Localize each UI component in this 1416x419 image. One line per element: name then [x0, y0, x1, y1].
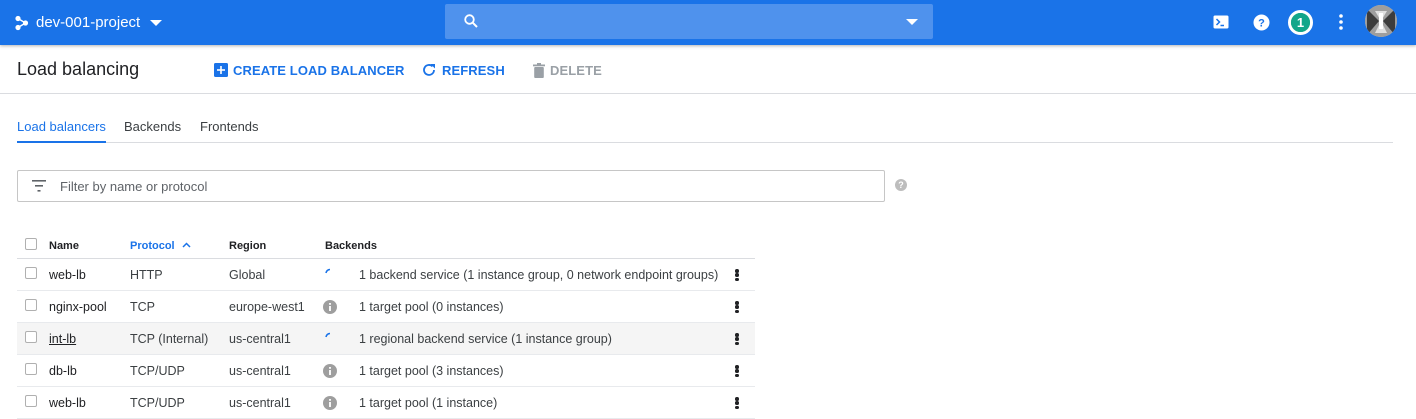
filter-help-icon[interactable]: ?: [895, 179, 907, 191]
svg-text:?: ?: [1258, 17, 1265, 29]
page-toolbar: Load balancing CREATE LOAD BALANCER REFR…: [0, 45, 1416, 94]
row-checkbox[interactable]: [25, 395, 37, 407]
row-name-link[interactable]: web-lb: [49, 268, 86, 282]
row-protocol: TCP/UDP: [130, 396, 185, 410]
refresh-button[interactable]: REFRESH: [421, 61, 505, 79]
refresh-icon: [423, 64, 435, 76]
tab-backends[interactable]: Backends: [124, 119, 181, 143]
row-backends: 1 target pool (3 instances): [359, 364, 504, 378]
row-protocol: TCP (Internal): [130, 332, 209, 346]
search-bar[interactable]: [445, 4, 933, 39]
chevron-down-icon: [150, 19, 163, 26]
refresh-label: REFRESH: [442, 62, 505, 78]
column-header-protocol[interactable]: Protocol: [130, 240, 191, 252]
delete-label: DELETE: [550, 62, 602, 78]
delete-button[interactable]: DELETE: [533, 61, 602, 79]
row-backends: 1 target pool (1 instance): [359, 396, 498, 410]
notifications-badge[interactable]: 1: [1288, 10, 1313, 35]
search-input[interactable]: [489, 4, 889, 39]
column-header-backends[interactable]: Backends: [325, 240, 377, 252]
protocol-header-label: Protocol: [130, 240, 175, 252]
more-vert-icon[interactable]: [1331, 12, 1351, 32]
search-icon: [464, 14, 478, 28]
cloud-shell-icon[interactable]: [1211, 12, 1231, 32]
row-protocol: TCP/UDP: [130, 364, 185, 378]
table-row[interactable]: web-lb TCP/UDP us-central1 1 target pool…: [17, 387, 755, 419]
column-header-region[interactable]: Region: [229, 240, 266, 252]
page-title: Load balancing: [17, 59, 140, 79]
filter-list-icon: [32, 180, 46, 192]
info-icon[interactable]: [323, 300, 337, 314]
row-protocol: TCP: [130, 300, 155, 314]
help-icon[interactable]: ?: [1251, 12, 1271, 32]
load-balancers-table: Name Protocol Region Backends web-lb HTT…: [17, 230, 755, 419]
table-row[interactable]: nginx-pool TCP europe-west1 1 target poo…: [17, 291, 755, 323]
row-more-actions-icon[interactable]: [733, 267, 741, 283]
row-checkbox[interactable]: [25, 331, 37, 343]
row-region: us-central1: [229, 332, 291, 346]
info-icon[interactable]: [323, 364, 337, 378]
search-dropdown-icon[interactable]: [906, 19, 918, 25]
row-region: us-central1: [229, 364, 291, 378]
project-hub-icon: [15, 15, 29, 30]
row-protocol: HTTP: [130, 268, 163, 282]
add-box-icon: [214, 63, 228, 77]
trash-icon: [533, 62, 545, 78]
row-region: europe-west1: [229, 300, 305, 314]
row-checkbox[interactable]: [25, 363, 37, 375]
tab-load-balancers[interactable]: Load balancers: [17, 119, 106, 143]
filter-bar[interactable]: [17, 170, 885, 202]
avatar[interactable]: [1365, 5, 1397, 37]
spinner-icon: [325, 268, 331, 274]
tab-frontends[interactable]: Frontends: [200, 119, 259, 143]
project-selector[interactable]: dev-001-project: [14, 0, 163, 45]
create-label: CREATE LOAD BALANCER: [233, 62, 405, 78]
create-load-balancer-button[interactable]: CREATE LOAD BALANCER: [214, 61, 404, 79]
select-all-checkbox[interactable]: [25, 238, 37, 250]
row-backends: 1 target pool (0 instances): [359, 300, 504, 314]
table-row[interactable]: db-lb TCP/UDP us-central1 1 target pool …: [17, 355, 755, 387]
sort-ascending-icon: [182, 242, 191, 248]
row-backends: 1 backend service (1 instance group, 0 n…: [359, 268, 719, 282]
row-more-actions-icon[interactable]: [733, 331, 741, 347]
row-name-link[interactable]: db-lb: [49, 364, 77, 378]
row-region: Global: [229, 268, 266, 282]
row-more-actions-icon[interactable]: [733, 395, 741, 411]
row-region: us-central1: [229, 396, 291, 410]
table-row[interactable]: int-lb TCP (Internal) us-central1 1 regi…: [17, 323, 755, 355]
row-more-actions-icon[interactable]: [733, 299, 741, 315]
row-checkbox[interactable]: [25, 299, 37, 311]
row-more-actions-icon[interactable]: [733, 363, 741, 379]
spinner-icon: [325, 332, 331, 338]
row-backends: 1 regional backend service (1 instance g…: [359, 332, 612, 346]
filter-input[interactable]: [60, 171, 860, 201]
row-name-link[interactable]: web-lb: [49, 396, 86, 410]
table-row[interactable]: web-lb HTTP Global 1 backend service (1 …: [17, 259, 755, 291]
table-header: Name Protocol Region Backends: [17, 230, 755, 259]
app-bar: dev-001-project ? 1: [0, 0, 1416, 45]
notification-count: 1: [1291, 13, 1310, 32]
column-header-name[interactable]: Name: [49, 240, 79, 252]
project-name: dev-001-project: [36, 14, 141, 31]
info-icon[interactable]: [323, 396, 337, 410]
row-name-link[interactable]: nginx-pool: [49, 300, 107, 314]
tab-bar: Load balancers Backends Frontends: [17, 94, 1393, 143]
row-checkbox[interactable]: [25, 267, 37, 279]
row-name-link[interactable]: int-lb: [49, 332, 76, 346]
